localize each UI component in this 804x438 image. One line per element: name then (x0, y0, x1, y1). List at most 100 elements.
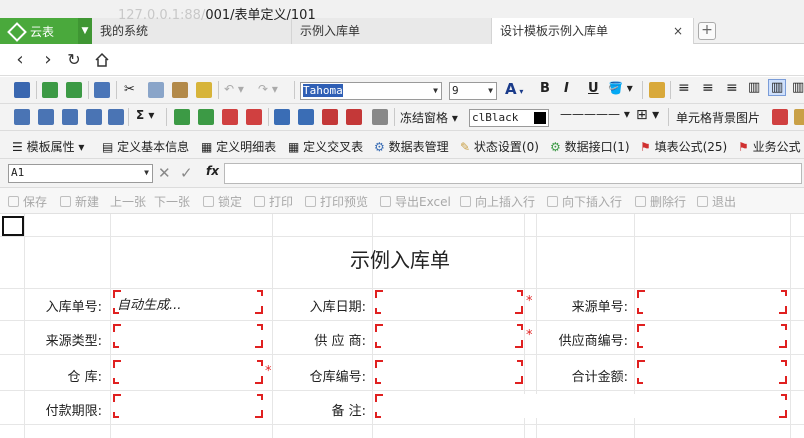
spreadsheet-canvas[interactable]: 示例入库单 入库单号: 自动生成... 入库日期: * 来源单号: 来源类型: … (0, 214, 804, 438)
print-button[interactable]: 打印 (254, 193, 293, 210)
new-tab-button[interactable]: + (698, 22, 716, 40)
cell-ref-select[interactable]: A1 ▼ (8, 164, 153, 183)
exit-button[interactable]: 退出 (697, 193, 736, 210)
confirm-edit-icon[interactable]: ✓ (180, 164, 193, 182)
menu-label: 定义交叉表 (303, 140, 364, 154)
save-icon[interactable] (14, 82, 30, 98)
bold-button[interactable]: B (540, 81, 550, 96)
back-icon[interactable]: ‹ (8, 44, 32, 76)
tab-close-icon[interactable]: × (673, 18, 683, 44)
align-center-icon[interactable]: ≡ (702, 80, 714, 96)
exit-design-icon[interactable] (94, 82, 110, 98)
save-button[interactable]: 保存 (8, 193, 47, 210)
receipt-no-field[interactable]: 自动生成... (113, 290, 263, 314)
lock-icon[interactable] (649, 82, 665, 98)
insert-sheet-icon[interactable] (14, 109, 30, 125)
action-label: 新建 (75, 195, 100, 209)
grid-line (0, 390, 804, 391)
color-select[interactable]: clBlack (469, 109, 549, 127)
paste-icon[interactable] (172, 82, 188, 98)
italic-button[interactable]: I (564, 81, 569, 96)
align-left-icon[interactable]: ≡ (678, 80, 690, 96)
cell-bg-image-button[interactable]: 单元格背景图片 (676, 109, 760, 126)
receipt-date-field[interactable] (375, 290, 523, 314)
redo-icon[interactable]: ↷ ▾ (258, 82, 278, 96)
grid-icon[interactable] (38, 109, 54, 125)
text-icon[interactable] (372, 109, 388, 125)
status-settings-menu[interactable]: ✎ 状态设置(0) (460, 138, 539, 155)
underline-button[interactable]: U (588, 81, 599, 96)
paint-icon[interactable] (794, 109, 804, 125)
barcode2-icon[interactable]: ▥ (768, 79, 787, 96)
line-style-select[interactable]: ————— ▾ (560, 107, 630, 121)
remark-field[interactable] (375, 394, 787, 418)
align-right-icon[interactable]: ≡ (726, 80, 738, 96)
filter-icon[interactable] (298, 109, 314, 125)
export-icon[interactable] (66, 82, 82, 98)
undo-icon[interactable]: ↶ ▾ (224, 82, 244, 96)
new-button[interactable]: 新建 (60, 193, 99, 210)
cancel-edit-icon[interactable]: ✕ (158, 164, 171, 182)
export-excel-button[interactable]: 导出Excel (380, 193, 451, 210)
data-interface-menu[interactable]: ⚙ 数据接口(1) (550, 138, 630, 155)
reload-icon[interactable]: ↻ (62, 44, 86, 76)
prev-button[interactable]: 上一张 (110, 193, 146, 210)
format-painter-icon[interactable] (196, 82, 212, 98)
sum-icon[interactable]: Σ ▾ (136, 108, 154, 122)
tab-design-template[interactable]: 设计模板示例入库单 × (492, 18, 694, 44)
sort-icon[interactable] (274, 109, 290, 125)
source-type-field[interactable] (113, 324, 263, 348)
next-button[interactable]: 下一张 (154, 193, 190, 210)
cut-icon[interactable]: ✂ (124, 82, 140, 98)
define-basic-info-menu[interactable]: ▤ 定义基本信息 (102, 138, 189, 155)
bg-image-icon[interactable] (772, 109, 788, 125)
print-preview-button[interactable]: 打印预览 (305, 193, 368, 210)
forward-icon[interactable]: › (36, 44, 60, 76)
fill-formula-menu[interactable]: ⚑ 填表公式(25) (640, 138, 727, 155)
delete-row-icon[interactable] (222, 109, 238, 125)
total-amount-field[interactable] (637, 360, 787, 384)
font-name-select[interactable]: Tahoma ▼ (300, 82, 442, 100)
picture-icon[interactable] (346, 109, 362, 125)
business-formula-menu[interactable]: ⚑ 业务公式 (738, 138, 801, 155)
barcode-icon[interactable]: ▥ (748, 80, 760, 95)
font-size-select[interactable]: 9 ▼ (449, 82, 497, 100)
app-dropdown-arrow-icon[interactable]: ▼ (78, 18, 92, 44)
delete-row-button[interactable]: 删除行 (635, 193, 686, 210)
insert-col-icon[interactable] (198, 109, 214, 125)
supplier-field[interactable] (375, 324, 523, 348)
font-color-icon[interactable]: A ▾ (505, 80, 523, 98)
payment-term-field[interactable] (113, 394, 263, 418)
app-menu-button[interactable]: 云表 ▼ (0, 18, 92, 44)
border-icon[interactable]: ⊞ ▾ (636, 107, 659, 123)
fill-color-icon[interactable]: 🪣 ▾ (608, 81, 633, 95)
delete-col-icon[interactable] (246, 109, 262, 125)
merge-icon[interactable] (108, 109, 124, 125)
home-icon[interactable] (90, 44, 114, 76)
url-field[interactable]: 127.0.0.1:88/001/表单定义/101 (118, 8, 316, 24)
columns-icon[interactable] (86, 109, 102, 125)
more-icon[interactable]: ▥ (792, 80, 804, 95)
import-icon[interactable] (42, 82, 58, 98)
fx-icon[interactable]: fx (206, 164, 219, 178)
supplier-no-field[interactable] (637, 324, 787, 348)
freeze-panes-button[interactable]: 冻结窗格 ▾ (400, 109, 458, 126)
define-detail-table-menu[interactable]: ▦ 定义明细表 (201, 138, 276, 155)
source-no-field[interactable] (637, 290, 787, 314)
tab-sample-receipt[interactable]: 示例入库单 (292, 18, 492, 44)
insert-row-icon[interactable] (174, 109, 190, 125)
insert-row-below-button[interactable]: 向下插入行 (547, 193, 622, 210)
data-table-mgmt-menu[interactable]: ⚙ 数据表管理 (374, 138, 449, 155)
template-props-menu[interactable]: ☰ 模板属性 ▾ (12, 138, 84, 155)
insert-row-above-button[interactable]: 向上插入行 (460, 193, 535, 210)
table-icon[interactable] (62, 109, 78, 125)
lock-button[interactable]: 锁定 (203, 193, 242, 210)
menu-label: 业务公式 (752, 140, 801, 154)
warehouse-field[interactable] (113, 360, 263, 384)
copy-icon[interactable] (148, 82, 164, 98)
clear-icon[interactable] (322, 109, 338, 125)
define-cross-table-menu[interactable]: ▦ 定义交叉表 (288, 138, 363, 155)
warehouse-no-field[interactable] (375, 360, 523, 384)
formula-input[interactable] (224, 163, 802, 184)
selected-cell-a1[interactable] (2, 216, 24, 236)
